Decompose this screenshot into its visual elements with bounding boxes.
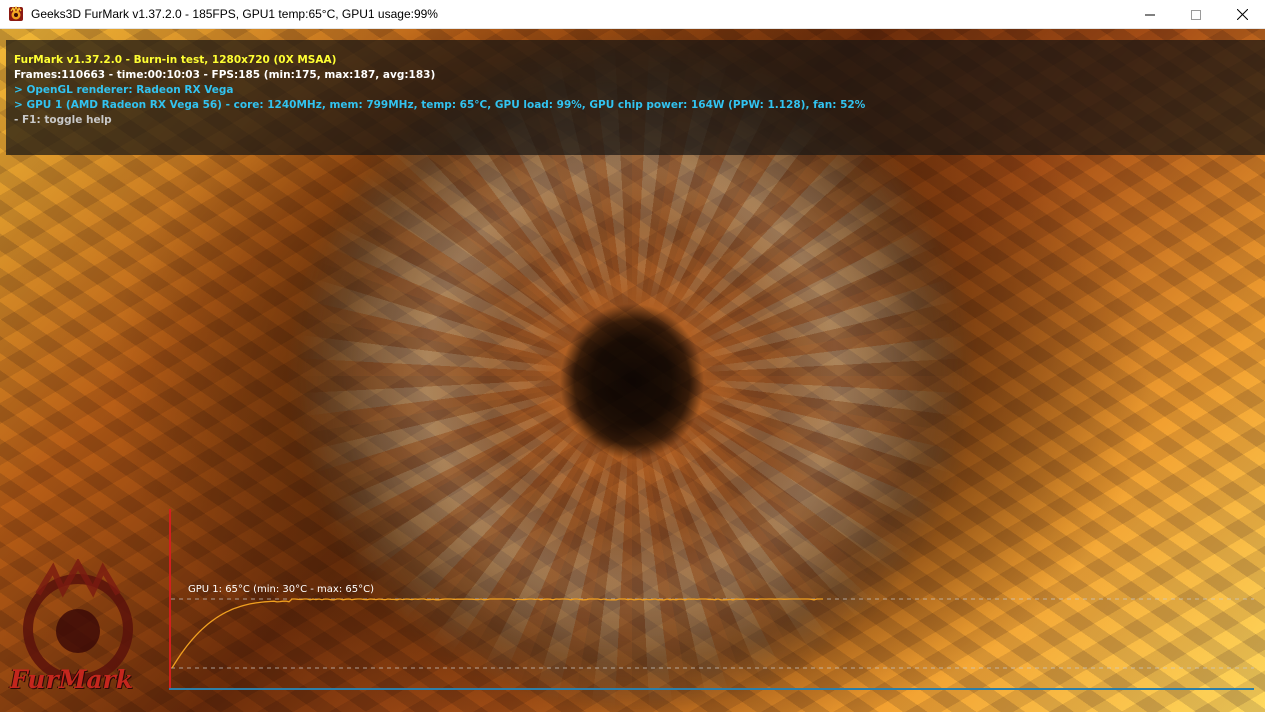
maximize-button[interactable] bbox=[1173, 0, 1219, 29]
window-title: Geeks3D FurMark v1.37.2.0 - 185FPS, GPU1… bbox=[31, 7, 438, 21]
osd-title-line: FurMark v1.37.2.0 - Burn-in test, 1280x7… bbox=[14, 54, 337, 66]
maximize-icon bbox=[1191, 9, 1201, 20]
minimize-icon bbox=[1145, 14, 1155, 15]
minimize-button[interactable] bbox=[1127, 0, 1173, 29]
window-controls bbox=[1127, 0, 1265, 29]
temperature-curve bbox=[171, 598, 823, 669]
window-titlebar[interactable]: Geeks3D FurMark v1.37.2.0 - 185FPS, GPU1… bbox=[0, 0, 1265, 29]
furmark-app-icon bbox=[8, 5, 24, 22]
render-viewport[interactable]: FurMark v1.37.2.0 - Burn-in test, 1280x7… bbox=[0, 29, 1265, 712]
close-button[interactable] bbox=[1219, 0, 1265, 29]
osd-gpu-line: > GPU 1 (AMD Radeon RX Vega 56) - core: … bbox=[14, 99, 866, 111]
furmark-logo-text: FurMark bbox=[10, 665, 134, 694]
osd-stats-line: Frames:110663 - time:00:10:03 - FPS:185 … bbox=[14, 69, 436, 81]
close-icon bbox=[1236, 9, 1248, 20]
graph-temp-label: GPU 1: 65°C (min: 30°C - max: 65°C) bbox=[188, 584, 374, 595]
osd-info-panel: FurMark v1.37.2.0 - Burn-in test, 1280x7… bbox=[6, 40, 1265, 155]
osd-help-line: - F1: toggle help bbox=[14, 114, 112, 126]
temperature-graph bbox=[171, 598, 1254, 669]
osd-renderer-line: > OpenGL renderer: Radeon RX Vega bbox=[14, 84, 234, 96]
